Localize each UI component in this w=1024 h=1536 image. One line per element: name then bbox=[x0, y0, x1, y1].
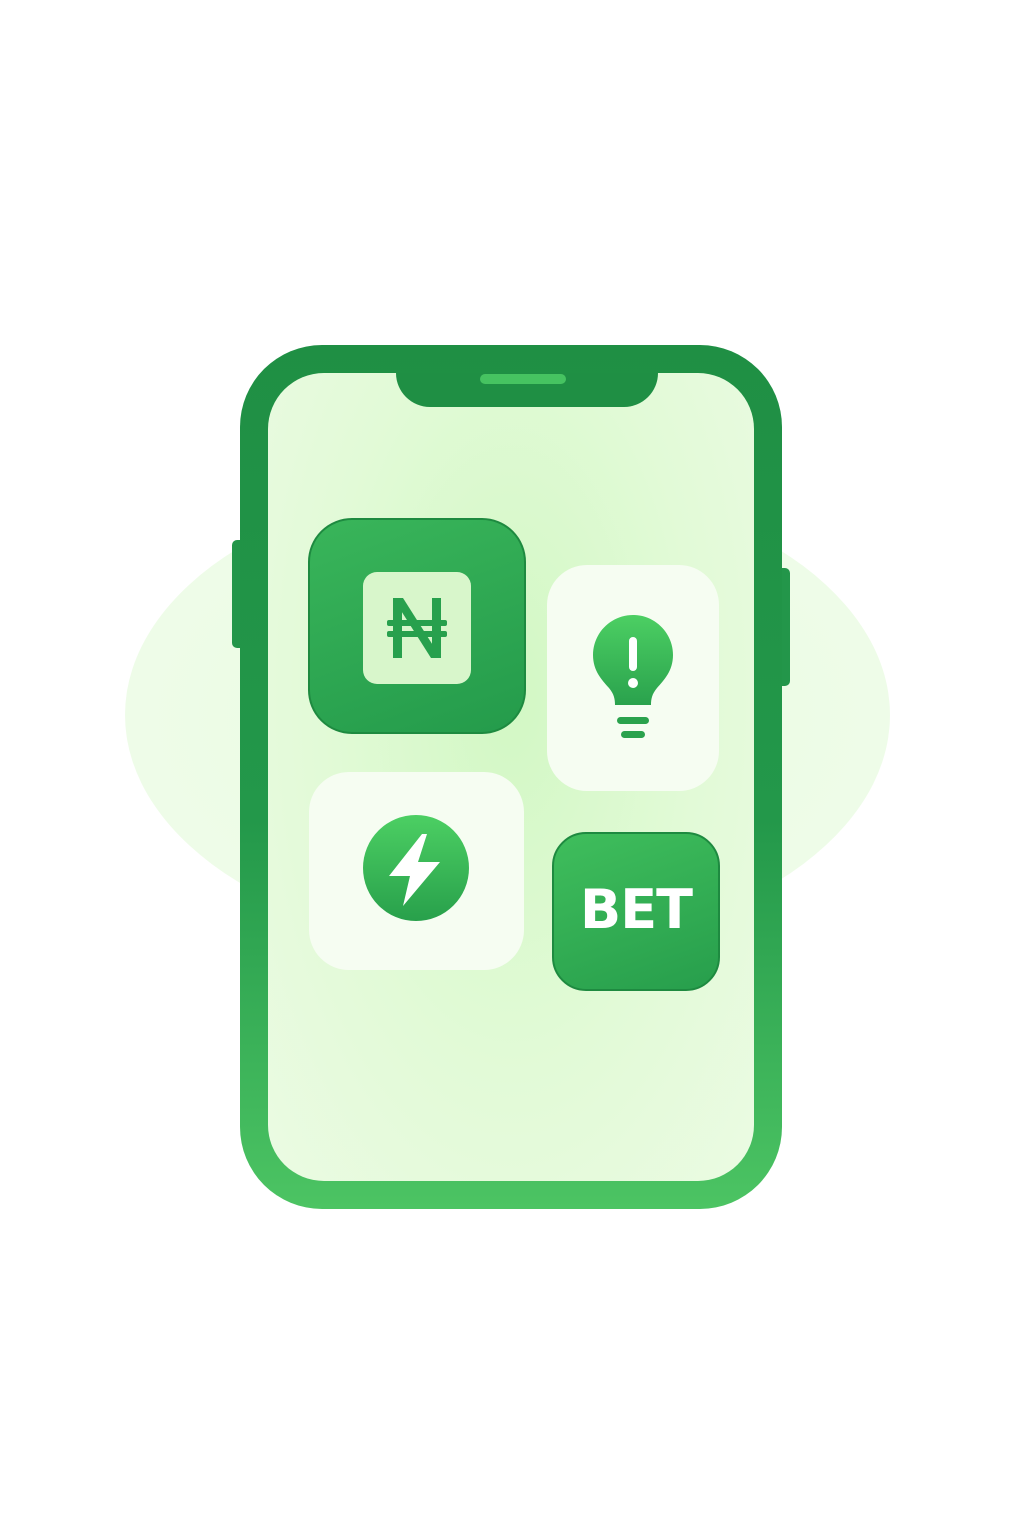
naira-icon-badge bbox=[363, 572, 471, 684]
idea-app-tile[interactable] bbox=[547, 565, 719, 791]
bet-app-tile[interactable]: BET bbox=[552, 832, 720, 991]
phone-screen: BET bbox=[268, 373, 754, 1181]
phone-notch bbox=[396, 373, 658, 407]
energy-app-tile[interactable] bbox=[309, 772, 524, 970]
phone-speaker bbox=[480, 374, 566, 384]
naira-icon bbox=[387, 598, 447, 658]
lightbulb-exclamation-icon bbox=[593, 615, 673, 738]
lightning-bolt-icon bbox=[363, 815, 469, 921]
illustration-canvas: BET bbox=[0, 0, 1024, 1536]
naira-app-tile[interactable] bbox=[308, 518, 526, 734]
smartphone: BET bbox=[240, 345, 782, 1209]
bet-label: BET bbox=[580, 878, 693, 941]
